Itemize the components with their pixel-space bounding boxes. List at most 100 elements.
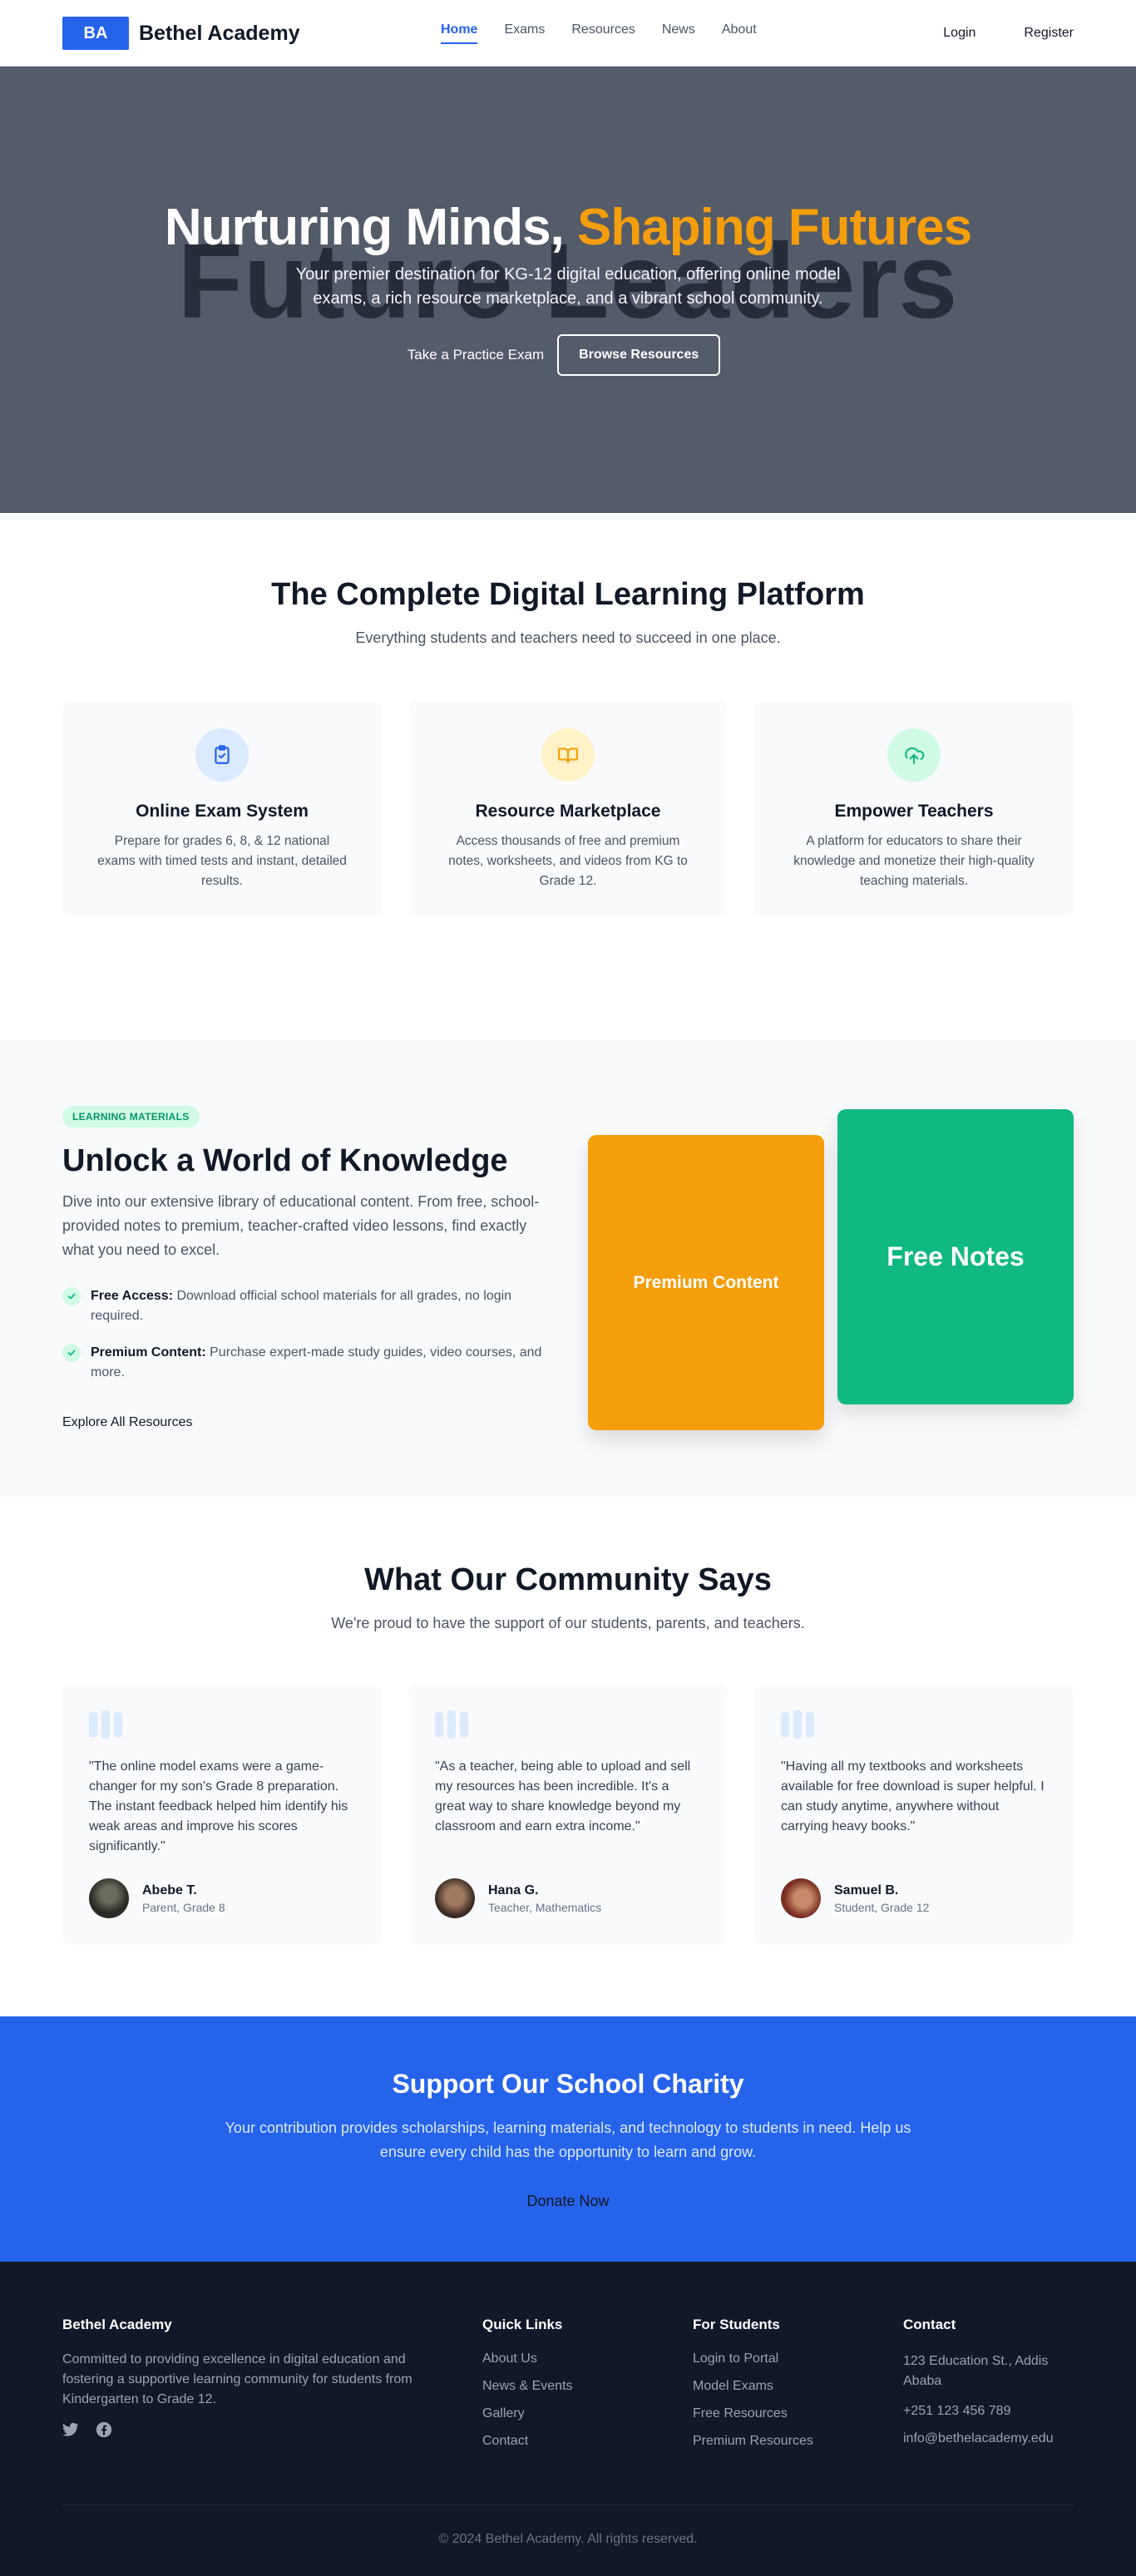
quote-icon	[89, 1710, 355, 1739]
hero-subtitle: Your premier destination for KG-12 digit…	[0, 263, 1136, 311]
testimonial-author: Samuel B. Student, Grade 12	[781, 1878, 929, 1918]
feature-card-teachers: Empower Teachers A platform for educator…	[754, 702, 1074, 916]
author-role: Parent, Grade 8	[142, 1900, 225, 1914]
feature-card-exams: Online Exam System Prepare for grades 6,…	[62, 702, 382, 916]
footer-link-gallery[interactable]: Gallery	[482, 2406, 693, 2421]
clipboard-check-icon	[195, 728, 249, 782]
checklist-label: Premium Content:	[91, 1345, 206, 1360]
feature-text: A platform for educators to share their …	[793, 834, 1035, 888]
contact-address: 123 Education St., Addis Ababa	[903, 2354, 1049, 2388]
explore-resources-link[interactable]: Explore All Resources	[62, 1415, 193, 1430]
book-open-icon	[541, 728, 595, 782]
footer-about-text: Committed to providing excellence in dig…	[62, 2352, 412, 2406]
testimonials-subtitle: We're proud to have the support of our s…	[331, 1615, 805, 1631]
footer-link-news[interactable]: News & Events	[482, 2379, 693, 2394]
footer-link-about[interactable]: About Us	[482, 2351, 693, 2366]
hero-section: Future Leaders Nurturing Minds, Shaping …	[0, 67, 1136, 513]
avatar	[781, 1878, 821, 1918]
nav-link-exams[interactable]: Exams	[504, 22, 545, 44]
footer-students: For Students Login to Portal Model Exams…	[693, 2317, 903, 2461]
author-role: Student, Grade 12	[834, 1900, 930, 1914]
quote-icon	[435, 1710, 701, 1739]
author-name: Samuel B.	[834, 1883, 899, 1897]
knowledge-section: LEARNING MATERIALS Unlock a World of Kno…	[0, 1039, 1136, 1497]
avatar	[89, 1878, 129, 1918]
knowledge-description: Dive into our extensive library of educa…	[62, 1193, 540, 1258]
testimonials-section: What Our Community Says We're proud to h…	[0, 1497, 1136, 2016]
testimonial-card: "Having all my textbooks and worksheets …	[754, 1685, 1074, 1945]
footer-link-premium-resources[interactable]: Premium Resources	[693, 2434, 903, 2449]
nav-link-home[interactable]: Home	[441, 22, 478, 44]
testimonials-title: What Our Community Says	[364, 1562, 772, 1597]
hero-title: Nurturing Minds, Shaping Futures	[0, 198, 1136, 257]
testimonial-quote: "The online model exams were a game-chan…	[89, 1759, 348, 1853]
free-notes-card[interactable]: Free Notes	[837, 1109, 1074, 1404]
footer-quick-links: Quick Links About Us News & Events Galle…	[482, 2317, 693, 2461]
social-links	[62, 2421, 482, 2442]
hero-title-part1: Nurturing Minds,	[164, 199, 578, 256]
brand-name[interactable]: Bethel Academy	[139, 22, 300, 46]
charity-title: Support Our School Charity	[392, 2069, 744, 2099]
testimonial-card: "The online model exams were a game-chan…	[62, 1685, 382, 1945]
copyright: © 2024 Bethel Academy. All rights reserv…	[62, 2504, 1074, 2547]
facebook-icon[interactable]	[96, 2421, 112, 2442]
footer-brand: Bethel Academy	[62, 2317, 172, 2332]
contact-email[interactable]: info@bethelacademy.edu	[903, 2431, 1074, 2446]
hero-actions: Take a Practice Exam Browse Resources	[0, 334, 1136, 376]
platform-subtitle: Everything students and teachers need to…	[355, 629, 781, 646]
feature-title: Resource Marketplace	[475, 802, 661, 821]
hero-subtitle-text: Your premier destination for KG-12 digit…	[295, 265, 841, 308]
footer-column-title: For Students	[693, 2317, 780, 2332]
twitter-icon[interactable]	[62, 2421, 79, 2442]
footer-contact: Contact 123 Education St., Addis Ababa +…	[903, 2317, 1074, 2461]
platform-title: The Complete Digital Learning Platform	[271, 577, 865, 612]
login-button[interactable]: Login	[943, 26, 975, 41]
feature-title: Empower Teachers	[834, 802, 994, 821]
nav-link-news[interactable]: News	[662, 22, 695, 44]
testimonial-quote: "Having all my textbooks and worksheets …	[781, 1759, 1045, 1833]
footer-link-portal[interactable]: Login to Portal	[693, 2351, 903, 2366]
check-icon	[62, 1344, 81, 1362]
quote-icon	[781, 1710, 1047, 1739]
nav-link-resources[interactable]: Resources	[571, 22, 635, 44]
browse-resources-button[interactable]: Browse Resources	[557, 334, 721, 376]
contact-phone: +251 123 456 789	[903, 2404, 1011, 2418]
testimonial-quote: "As a teacher, being able to upload and …	[435, 1759, 691, 1833]
donate-button[interactable]: Donate Now	[526, 2193, 609, 2210]
author-role: Teacher, Mathematics	[488, 1900, 602, 1914]
premium-content-card[interactable]: Premium Content	[588, 1135, 824, 1430]
testimonial-author: Abebe T. Parent, Grade 8	[89, 1878, 225, 1918]
top-navigation: BA Bethel Academy Home Exams Resources N…	[0, 0, 1136, 67]
checklist-item: Premium Content: Purchase expert-made st…	[62, 1343, 553, 1383]
nav-link-about[interactable]: About	[722, 22, 757, 44]
footer-column-title: Contact	[903, 2317, 956, 2332]
footer-link-model-exams[interactable]: Model Exams	[693, 2379, 903, 2394]
upload-cloud-icon	[887, 728, 941, 782]
footer-about: Bethel Academy Committed to providing ex…	[62, 2317, 482, 2461]
feature-checklist: Free Access: Download official school ma…	[62, 1286, 553, 1399]
charity-section: Support Our School Charity Your contribu…	[0, 2016, 1136, 2262]
logo[interactable]: BA	[62, 17, 129, 50]
auth-links: Login Register	[943, 26, 1074, 41]
section-badge: LEARNING MATERIALS	[62, 1106, 200, 1128]
feature-title: Online Exam System	[136, 802, 309, 821]
register-button[interactable]: Register	[1024, 26, 1074, 41]
checklist-item: Free Access: Download official school ma…	[62, 1286, 553, 1326]
check-icon	[62, 1287, 81, 1305]
hero-title-highlight: Shaping Futures	[577, 199, 972, 256]
checklist-label: Free Access:	[91, 1289, 174, 1303]
charity-text: Your contribution provides scholarships,…	[225, 2120, 911, 2160]
footer-link-free-resources[interactable]: Free Resources	[693, 2406, 903, 2421]
practice-exam-button[interactable]: Take a Practice Exam	[407, 347, 544, 363]
platform-section: The Complete Digital Learning Platform E…	[0, 513, 1136, 1039]
author-name: Abebe T.	[142, 1883, 197, 1897]
avatar	[435, 1878, 475, 1918]
main-nav: Home Exams Resources News About	[441, 22, 757, 44]
feature-text: Access thousands of free and premium not…	[448, 834, 688, 888]
knowledge-title: Unlock a World of Knowledge	[62, 1143, 508, 1178]
footer: Bethel Academy Committed to providing ex…	[0, 2262, 1136, 2576]
author-name: Hana G.	[488, 1883, 539, 1897]
testimonial-author: Hana G. Teacher, Mathematics	[435, 1878, 601, 1918]
feature-text: Prepare for grades 6, 8, & 12 national e…	[97, 834, 347, 888]
footer-link-contact[interactable]: Contact	[482, 2434, 693, 2449]
